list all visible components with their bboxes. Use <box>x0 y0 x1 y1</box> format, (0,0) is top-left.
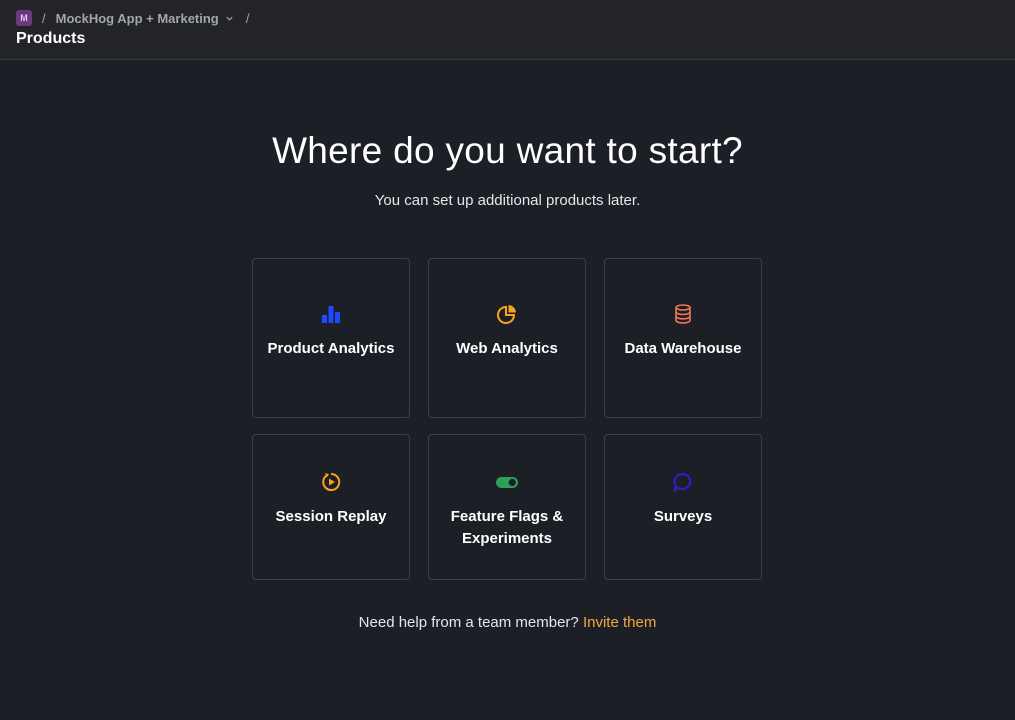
product-card-feature-flags[interactable]: Feature Flags & Experiments <box>428 434 586 580</box>
database-icon <box>675 304 691 324</box>
pie-chart-icon <box>497 305 516 324</box>
project-switcher[interactable]: MockHog App + Marketing <box>56 11 234 26</box>
toggle-icon <box>496 477 518 488</box>
onboarding-subheading: You can set up additional products later… <box>374 192 641 209</box>
product-card-web-analytics[interactable]: Web Analytics <box>428 258 586 418</box>
product-card-label: Data Warehouse <box>624 340 742 357</box>
product-card-label: Product Analytics <box>267 340 395 357</box>
help-text: Need help from a team member? <box>358 614 579 631</box>
speech-bubble-icon <box>673 473 692 493</box>
rewind-play-icon <box>322 472 341 491</box>
breadcrumb-separator: / <box>42 10 46 26</box>
product-card-surveys[interactable]: Surveys <box>604 434 762 580</box>
main-content: Where do you want to start? You can set … <box>0 60 1015 720</box>
onboarding-heading: Where do you want to start? <box>272 130 743 171</box>
breadcrumb-separator: / <box>245 10 250 26</box>
product-card-label: Web Analytics <box>456 340 558 357</box>
product-card-session-replay[interactable]: Session Replay <box>252 434 410 580</box>
product-card-product-analytics[interactable]: Product Analytics <box>252 258 410 418</box>
invite-link[interactable]: Invite them <box>583 614 656 631</box>
breadcrumb: M / MockHog App + Marketing / <box>16 10 259 26</box>
help-footer: Need help from a team member? Invite the… <box>0 614 1015 631</box>
product-card-label: Session Replay <box>275 508 387 525</box>
org-avatar[interactable]: M <box>16 10 32 26</box>
bar-chart-icon <box>322 306 340 323</box>
chevron-down-icon <box>226 16 233 21</box>
page-title: Products <box>16 30 86 47</box>
top-bar: M / MockHog App + Marketing / Products <box>0 0 1015 60</box>
project-name: MockHog App + Marketing <box>55 10 219 26</box>
product-card-label: Feature Flags & Experiments <box>450 508 564 547</box>
product-card-label: Surveys <box>653 508 713 525</box>
product-card-data-warehouse[interactable]: Data Warehouse <box>604 258 762 418</box>
